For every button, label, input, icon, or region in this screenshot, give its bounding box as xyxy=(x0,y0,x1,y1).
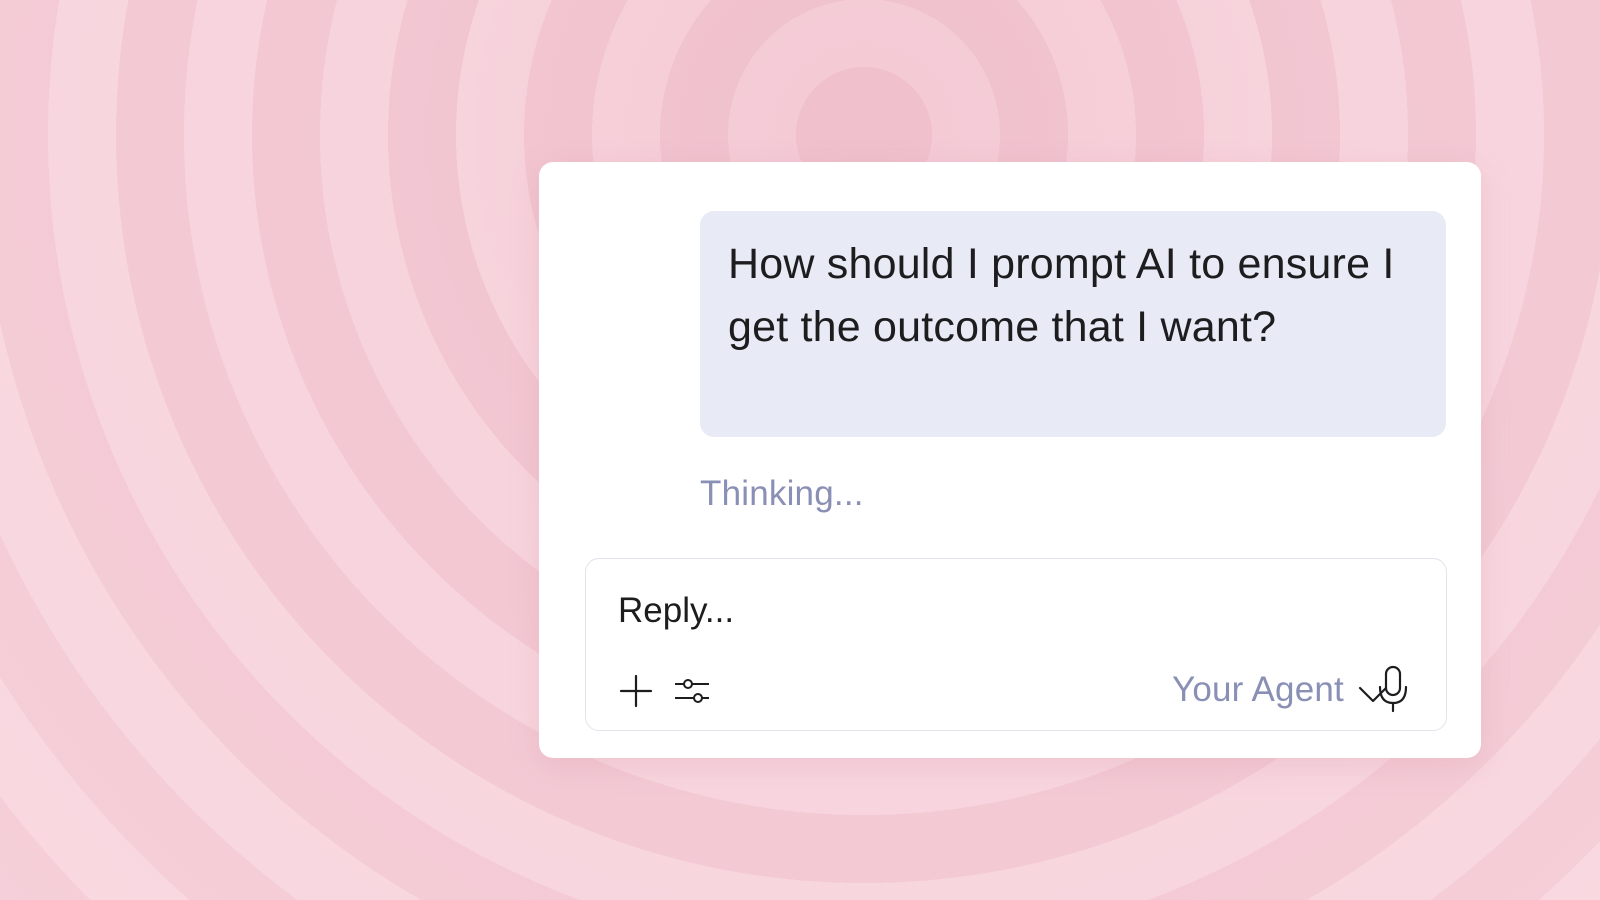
agent-selector-label: Your Agent xyxy=(1172,670,1344,709)
thinking-status: Thinking... xyxy=(700,474,864,513)
plus-icon xyxy=(619,674,653,708)
sliders-icon xyxy=(675,679,709,703)
user-message-text: How should I prompt AI to ensure I get t… xyxy=(728,240,1395,351)
voice-input-button[interactable] xyxy=(1376,665,1410,713)
reply-input[interactable] xyxy=(616,585,1400,637)
reply-composer: Your Agent xyxy=(585,558,1447,731)
add-attachment-button[interactable] xyxy=(616,671,656,711)
user-message-bubble: How should I prompt AI to ensure I get t… xyxy=(700,211,1446,437)
microphone-icon xyxy=(1378,665,1408,713)
agent-selector[interactable]: Your Agent xyxy=(1172,665,1388,715)
chat-window: How should I prompt AI to ensure I get t… xyxy=(539,162,1481,758)
settings-button[interactable] xyxy=(672,671,712,711)
